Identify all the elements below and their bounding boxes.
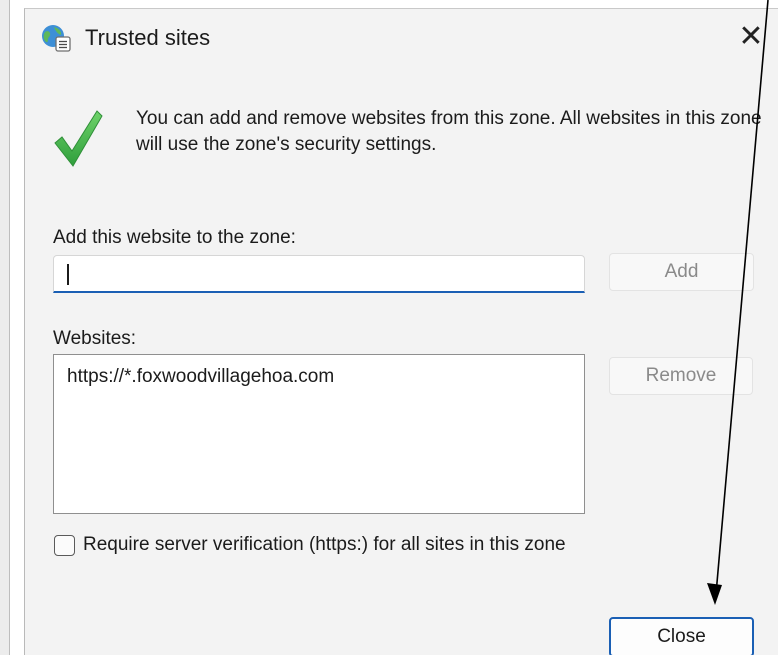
background-window-edge bbox=[0, 0, 10, 655]
trusted-sites-dialog: Trusted sites ✕ You can add and remove w… bbox=[24, 8, 778, 655]
require-verification-checkbox[interactable] bbox=[54, 535, 75, 556]
close-icon[interactable]: ✕ bbox=[735, 21, 767, 53]
close-button[interactable]: Close bbox=[609, 617, 754, 655]
list-item[interactable]: https://*.foxwoodvillagehoa.com bbox=[67, 365, 334, 389]
screen: Trusted sites ✕ You can add and remove w… bbox=[0, 0, 778, 655]
websites-label: Websites: bbox=[53, 328, 137, 349]
dialog-content: You can add and remove websites from thi… bbox=[25, 67, 778, 655]
title-bar: Trusted sites ✕ bbox=[25, 9, 778, 67]
info-message: You can add and remove websites from thi… bbox=[136, 108, 762, 155]
websites-listbox[interactable]: https://*.foxwoodvillagehoa.com bbox=[53, 354, 585, 514]
text-caret bbox=[67, 264, 69, 285]
add-website-input[interactable] bbox=[53, 255, 585, 293]
checkmark-icon bbox=[54, 110, 103, 167]
add-button[interactable]: Add bbox=[609, 253, 754, 291]
dialog-title: Trusted sites bbox=[85, 25, 211, 50]
add-website-label: Add this website to the zone: bbox=[53, 227, 296, 248]
globe-icon bbox=[42, 25, 71, 52]
remove-button[interactable]: Remove bbox=[609, 357, 753, 395]
require-verification-label[interactable]: Require server verification (https:) for… bbox=[83, 533, 566, 557]
